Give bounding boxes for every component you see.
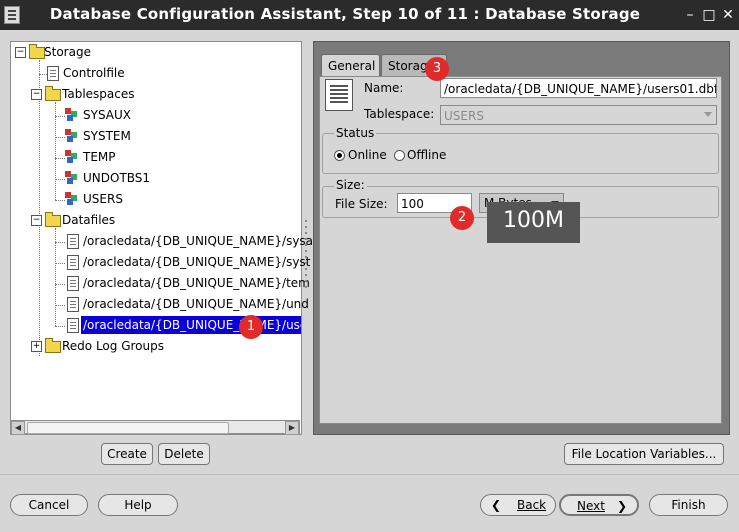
file-size-label: File Size:: [335, 197, 388, 211]
storage-tree[interactable]: − Storage Controlfile − Tablespaces SYSA…: [10, 41, 313, 435]
scroll-left-icon[interactable]: ◀: [11, 421, 25, 435]
size-title: Size:: [334, 178, 367, 192]
divider: [0, 474, 739, 475]
datafile-icon: [67, 297, 79, 312]
scroll-right-icon[interactable]: ▶: [285, 421, 299, 435]
expand-icon[interactable]: +: [31, 341, 42, 352]
tablespace-icon: [65, 108, 79, 121]
folder-icon: [45, 338, 61, 353]
title-bar: Database Configuration Assistant, Step 1…: [0, 0, 739, 30]
file-location-variables-button[interactable]: File Location Variables...: [564, 443, 724, 465]
back-arrow-icon: ❮: [491, 498, 502, 512]
minimize-icon[interactable]: –: [682, 7, 698, 23]
back-label: Back: [517, 498, 547, 512]
status-title: Status: [334, 126, 377, 140]
folder-icon: [45, 212, 61, 227]
general-tab-content: [319, 76, 722, 424]
tab-general[interactable]: General: [321, 54, 380, 77]
datafile-large-icon: [325, 79, 353, 111]
annotation-badge-2: 2: [450, 206, 474, 230]
next-button[interactable]: Next ❯: [559, 494, 639, 516]
window-title: Database Configuration Assistant, Step 1…: [49, 5, 641, 23]
tablespace-select[interactable]: USERS: [440, 105, 717, 125]
back-button[interactable]: ❮ Back: [480, 494, 556, 516]
tree-horizontal-scrollbar[interactable]: ◀ ▶: [10, 420, 300, 435]
datafile-icon: [67, 318, 79, 333]
folder-icon: [29, 44, 45, 59]
dropdown-icon[interactable]: [702, 106, 716, 124]
name-field[interactable]: /oracledata/{DB_UNIQUE_NAME}/users01.dbf: [440, 78, 717, 98]
collapse-icon[interactable]: −: [15, 47, 26, 58]
datafile-icon: [67, 276, 79, 291]
collapse-icon[interactable]: −: [31, 215, 42, 226]
online-radio[interactable]: [334, 150, 345, 161]
offline-label: Offline: [407, 148, 447, 162]
annotation-badge-3: 3: [425, 57, 449, 81]
splitter-handle[interactable]: [303, 220, 309, 300]
datafile-icon: [67, 255, 79, 270]
datafile-icon: [67, 234, 79, 249]
next-arrow-icon: ❯: [616, 499, 627, 513]
tablespace-icon: [65, 192, 79, 205]
annotation-badge-1: 1: [239, 315, 263, 339]
cancel-button[interactable]: Cancel: [10, 494, 88, 516]
help-button[interactable]: Help: [98, 494, 178, 516]
tablespace-icon: [65, 171, 79, 184]
maximize-icon[interactable]: □: [701, 7, 717, 23]
collapse-icon[interactable]: −: [31, 89, 42, 100]
tablespace-value: USERS: [444, 109, 484, 123]
tablespace-icon: [65, 129, 79, 142]
tablespace-label: Tablespace:: [364, 107, 435, 121]
close-icon[interactable]: ✕: [720, 7, 736, 23]
tablespace-icon: [65, 150, 79, 163]
tree-node-datafile-selected[interactable]: /oracledata/{DB_UNIQUE_NAME}/user: [67, 316, 301, 334]
offline-radio[interactable]: [394, 150, 405, 161]
scrollbar-thumb[interactable]: [27, 422, 229, 434]
finish-button[interactable]: Finish: [649, 494, 728, 516]
size-tooltip: 100M: [487, 202, 580, 243]
delete-button[interactable]: Delete: [158, 443, 210, 465]
controlfile-icon: [47, 66, 59, 81]
folder-icon: [45, 86, 61, 101]
online-label: Online: [348, 148, 387, 162]
create-button[interactable]: Create: [101, 443, 153, 465]
name-label: Name:: [364, 81, 404, 95]
next-label: Next: [577, 499, 605, 513]
